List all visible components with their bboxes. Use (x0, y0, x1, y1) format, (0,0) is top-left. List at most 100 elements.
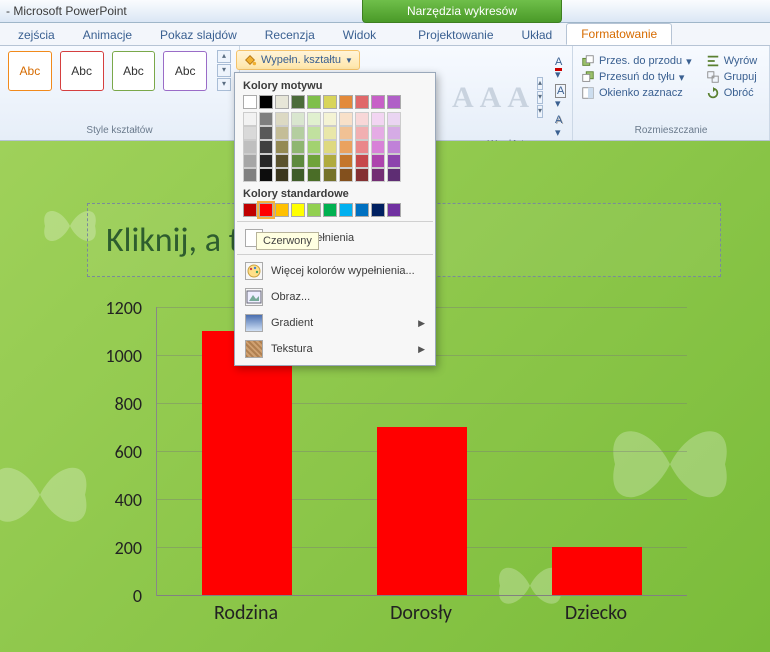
color-swatch[interactable] (355, 112, 369, 126)
color-swatch[interactable] (371, 203, 385, 217)
color-swatch[interactable] (355, 140, 369, 154)
text-fill-button[interactable]: A ▾ (555, 56, 566, 81)
more-colors-item[interactable]: Więcej kolorów wypełnienia... (235, 258, 435, 284)
color-swatch[interactable] (323, 154, 337, 168)
color-swatch[interactable] (259, 112, 273, 126)
wordart-style-item[interactable]: A (507, 77, 529, 119)
picture-fill-item[interactable]: Obraz... (235, 284, 435, 310)
chart-bar[interactable] (377, 427, 467, 595)
text-outline-button[interactable]: A ▾ (555, 85, 566, 110)
color-swatch[interactable] (355, 203, 369, 217)
shape-fill-button[interactable]: Wypełn. kształtu ▼ (236, 50, 360, 70)
color-swatch[interactable] (259, 140, 273, 154)
color-swatch[interactable] (307, 140, 321, 154)
color-swatch[interactable] (339, 95, 353, 109)
color-swatch[interactable] (275, 154, 289, 168)
selection-pane-button[interactable]: Okienko zaznacz (581, 86, 692, 100)
color-swatch[interactable] (323, 168, 337, 182)
tab-format[interactable]: Formatowanie (566, 23, 672, 45)
color-swatch[interactable] (339, 140, 353, 154)
color-swatch[interactable] (243, 112, 257, 126)
color-swatch[interactable] (259, 203, 273, 217)
color-swatch[interactable] (371, 168, 385, 182)
tab-transitions[interactable]: zejścia (4, 25, 69, 45)
color-swatch[interactable] (307, 126, 321, 140)
color-swatch[interactable] (387, 168, 401, 182)
color-swatch[interactable] (307, 95, 321, 109)
color-swatch[interactable] (259, 154, 273, 168)
color-swatch[interactable] (243, 203, 257, 217)
color-swatch[interactable] (323, 203, 337, 217)
shape-fill-menu[interactable]: Kolory motywu Kolory standardowe Brak wy… (234, 72, 436, 366)
color-swatch[interactable] (275, 203, 289, 217)
color-swatch[interactable] (291, 112, 305, 126)
color-swatch[interactable] (355, 95, 369, 109)
color-swatch[interactable] (387, 140, 401, 154)
color-swatch[interactable] (339, 154, 353, 168)
chart-bar[interactable] (202, 331, 292, 595)
color-swatch[interactable] (355, 126, 369, 140)
color-swatch[interactable] (307, 154, 321, 168)
shape-style-item[interactable]: Abc (60, 51, 104, 91)
color-swatch[interactable] (323, 112, 337, 126)
gradient-fill-item[interactable]: Gradient ▶ (235, 310, 435, 336)
rotate-button[interactable]: Obróć (706, 86, 758, 100)
color-swatch[interactable] (387, 203, 401, 217)
shape-style-item[interactable]: Abc (8, 51, 52, 91)
wordart-style-item[interactable]: A (480, 77, 502, 119)
color-swatch[interactable] (275, 126, 289, 140)
tab-slideshow[interactable]: Pokaz slajdów (146, 25, 251, 45)
color-swatch[interactable] (371, 126, 385, 140)
color-swatch[interactable] (339, 126, 353, 140)
color-swatch[interactable] (259, 95, 273, 109)
align-button[interactable]: Wyrów (706, 54, 758, 68)
color-swatch[interactable] (275, 140, 289, 154)
color-swatch[interactable] (291, 95, 305, 109)
color-swatch[interactable] (371, 154, 385, 168)
group-button[interactable]: Grupuj (706, 70, 758, 84)
texture-fill-item[interactable]: Tekstura ▶ (235, 336, 435, 362)
tab-view[interactable]: Widok (329, 25, 390, 45)
color-swatch[interactable] (243, 154, 257, 168)
color-swatch[interactable] (339, 203, 353, 217)
shape-style-item[interactable]: Abc (112, 51, 156, 91)
send-backward-button[interactable]: Przesuń do tyłu ▾ (581, 70, 692, 84)
wordart-style-item[interactable]: A (452, 77, 474, 119)
color-swatch[interactable] (291, 203, 305, 217)
color-swatch[interactable] (387, 95, 401, 109)
color-swatch[interactable] (259, 126, 273, 140)
color-swatch[interactable] (339, 168, 353, 182)
color-swatch[interactable] (291, 126, 305, 140)
tab-review[interactable]: Recenzja (251, 25, 329, 45)
color-swatch[interactable] (323, 95, 337, 109)
color-swatch[interactable] (387, 112, 401, 126)
color-swatch[interactable] (307, 203, 321, 217)
shape-style-item[interactable]: Abc (163, 51, 207, 91)
color-swatch[interactable] (371, 95, 385, 109)
color-swatch[interactable] (243, 168, 257, 182)
color-swatch[interactable] (355, 168, 369, 182)
text-effects-button[interactable]: A ▾ (555, 114, 566, 139)
color-swatch[interactable] (387, 126, 401, 140)
shape-style-gallery[interactable]: Abc Abc Abc Abc ▴▾▾ (8, 50, 231, 91)
color-swatch[interactable] (371, 140, 385, 154)
color-swatch[interactable] (291, 168, 305, 182)
chart-bar[interactable] (552, 547, 642, 595)
tab-animations[interactable]: Animacje (69, 25, 146, 45)
color-swatch[interactable] (243, 126, 257, 140)
tab-layout[interactable]: Układ (508, 25, 567, 45)
color-swatch[interactable] (339, 112, 353, 126)
color-swatch[interactable] (307, 168, 321, 182)
gallery-spinner[interactable]: ▴▾▾ (537, 77, 543, 118)
bring-forward-button[interactable]: Przes. do przodu ▾ (581, 54, 692, 68)
tab-design[interactable]: Projektowanie (404, 25, 507, 45)
color-swatch[interactable] (243, 95, 257, 109)
color-swatch[interactable] (275, 112, 289, 126)
color-swatch[interactable] (323, 140, 337, 154)
color-swatch[interactable] (307, 112, 321, 126)
color-swatch[interactable] (259, 168, 273, 182)
color-swatch[interactable] (291, 140, 305, 154)
color-swatch[interactable] (275, 168, 289, 182)
color-swatch[interactable] (291, 154, 305, 168)
color-swatch[interactable] (323, 126, 337, 140)
